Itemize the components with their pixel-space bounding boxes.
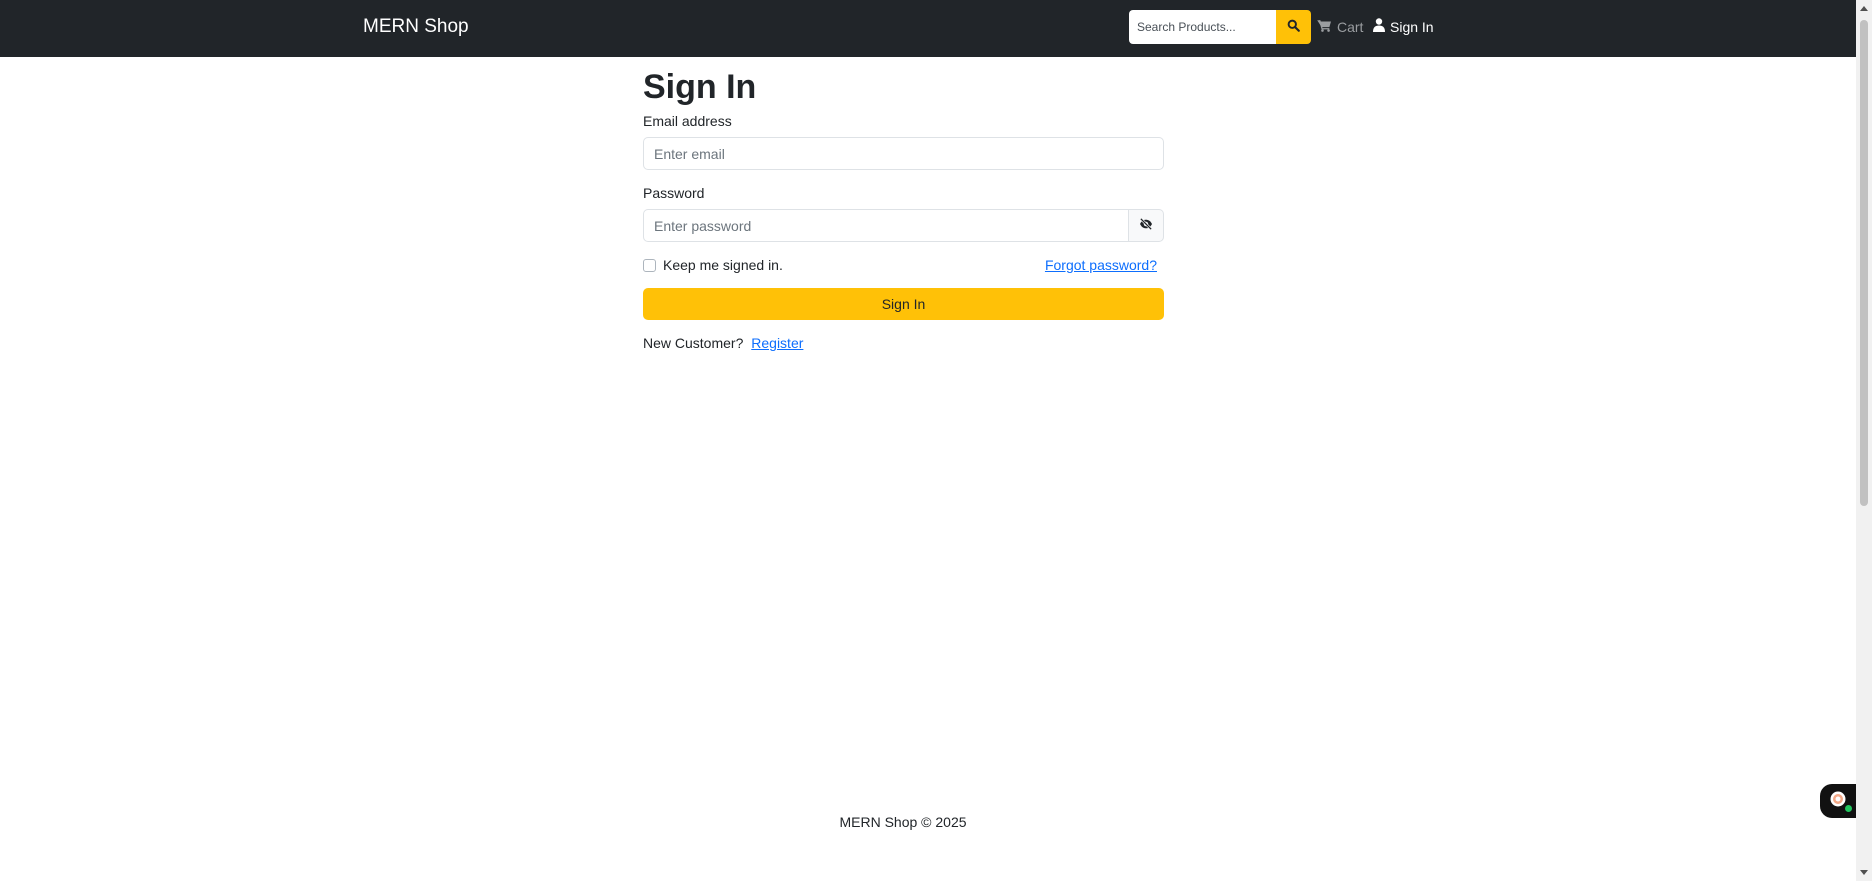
search-button[interactable] [1276,10,1311,44]
new-customer-row: New Customer? Register [643,334,803,352]
page-title: Sign In [643,68,757,106]
scroll-down-arrow-icon[interactable] [1860,870,1868,875]
remember-label[interactable]: Keep me signed in. [663,256,783,274]
brand-logo[interactable]: MERN Shop [363,15,469,39]
email-field[interactable] [643,137,1164,170]
nav-cart-link[interactable]: Cart [1317,18,1363,36]
new-customer-text: New Customer? [643,335,744,351]
password-group [643,209,1164,242]
online-status-dot [1845,805,1852,812]
search-input[interactable] [1129,10,1276,44]
nav-signin-link[interactable]: Sign In [1373,18,1434,36]
register-link[interactable]: Register [751,335,803,351]
nav-signin-label: Sign In [1390,19,1434,35]
user-icon [1373,18,1385,36]
scrollbar-thumb[interactable] [1860,20,1868,506]
search-form [1129,10,1311,44]
nav-cart-label: Cart [1337,19,1364,35]
cart-icon [1317,18,1332,36]
scroll-up-arrow-icon[interactable] [1860,6,1868,11]
forgot-password-link[interactable]: Forgot password? [1045,256,1157,274]
password-label: Password [643,185,705,201]
password-toggle-button[interactable] [1129,209,1164,242]
email-label: Email address [643,113,732,129]
eye-slash-icon [1139,217,1153,233]
page-scrollbar[interactable] [1856,0,1872,881]
signin-button[interactable]: Sign In [643,288,1164,320]
chat-widget-button[interactable] [1820,784,1856,818]
remember-checkbox[interactable] [643,259,656,272]
search-icon [1287,19,1300,35]
footer-copyright: MERN Shop © 2025 [839,814,967,830]
remember-row: Keep me signed in. Forgot password? [643,256,1164,274]
top-navbar: MERN Shop Cart [0,0,1856,57]
password-field[interactable] [643,209,1129,242]
